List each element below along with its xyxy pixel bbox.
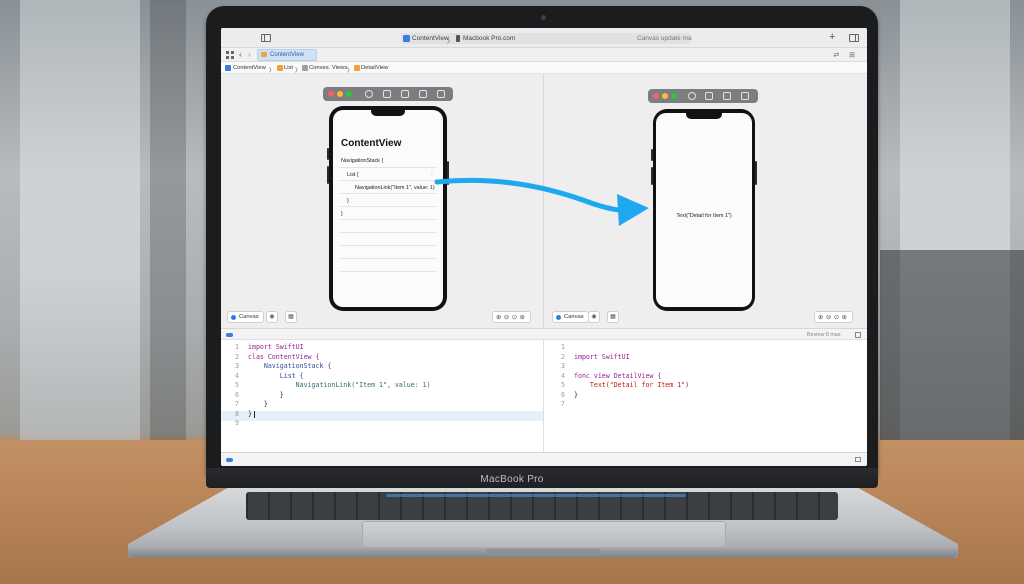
line-number: 7 <box>561 400 565 408</box>
editor-options-icon[interactable] <box>855 332 861 338</box>
line-number: 4 <box>235 371 239 380</box>
code-line: } <box>248 390 284 399</box>
navigation-arrow <box>434 177 649 226</box>
code-line: } <box>248 409 252 418</box>
editor-status: Beview 8 mas <box>807 332 841 338</box>
zoom-controls-left[interactable]: ⊕⊖⊙⊕ <box>492 311 532 323</box>
debug-area-toggle[interactable] <box>226 458 233 462</box>
code-editor[interactable]: 1 2 3 4 5 6 7 8 9 import SwiftUI clas Co… <box>221 340 867 452</box>
device-button-right[interactable]: ▦ <box>607 311 619 323</box>
trackpad[interactable] <box>362 521 726 548</box>
zoom-controls-right[interactable]: ⊕⊖⊙⊕ <box>814 311 854 323</box>
line-number: 1 <box>235 343 239 351</box>
live-mode-button-right[interactable]: ◉ <box>588 311 600 323</box>
editor-indicator <box>226 333 233 337</box>
code-line: } <box>248 400 268 408</box>
code-line: import SwiftUI <box>248 343 304 351</box>
line-number: 2 <box>235 352 239 361</box>
code-line: fonc view DetailView { <box>574 371 662 380</box>
camera <box>541 15 546 20</box>
code-line: } <box>574 390 578 399</box>
line-number: 9 <box>235 419 239 427</box>
code-line: Text("Detail for Item 1") <box>574 381 690 389</box>
touch-bar <box>386 494 686 497</box>
line-number: 5 <box>561 381 565 389</box>
line-number: 3 <box>561 362 565 370</box>
text-cursor <box>254 411 255 418</box>
line-number: 6 <box>561 390 565 399</box>
current-line-highlight <box>221 411 543 421</box>
line-number: 2 <box>561 352 565 361</box>
background-column <box>150 0 186 440</box>
line-number: 1 <box>561 343 565 351</box>
code-line: NavigationLink("Item 1", value: 1) <box>248 381 431 389</box>
canvas-toggle-button-left[interactable]: Canvas <box>227 311 264 323</box>
line-number: 8 <box>235 409 239 418</box>
line-number: 7 <box>235 400 239 408</box>
code-line: NavigationStack { <box>248 362 332 370</box>
background-window-left <box>20 0 140 440</box>
code-line: clas ContentView { <box>248 352 320 361</box>
live-mode-button-left[interactable]: ◉ <box>266 311 278 323</box>
line-number: 3 <box>235 362 239 370</box>
laptop-model-label: MacBook Pro <box>480 474 544 485</box>
line-number: 5 <box>235 381 239 389</box>
editor-header: Beview 8 mas <box>221 328 867 340</box>
canvas-toggle-button-right[interactable]: Canvas <box>552 311 589 323</box>
code-line: import SwiftUI <box>574 352 630 361</box>
line-number: 6 <box>235 390 239 399</box>
code-line: List { <box>248 371 304 380</box>
laptop-opening-notch <box>486 549 600 555</box>
line-number: 4 <box>561 371 565 380</box>
device-button-left[interactable]: ▦ <box>285 311 297 323</box>
background-shelf <box>880 250 1024 440</box>
panel-toggle-icon[interactable] <box>855 457 861 462</box>
editor-split-divider[interactable] <box>543 340 544 452</box>
xcode-window: ContentView 〉 Macbook Pro.com Canvas upd… <box>221 28 867 466</box>
debug-bar <box>221 452 867 466</box>
